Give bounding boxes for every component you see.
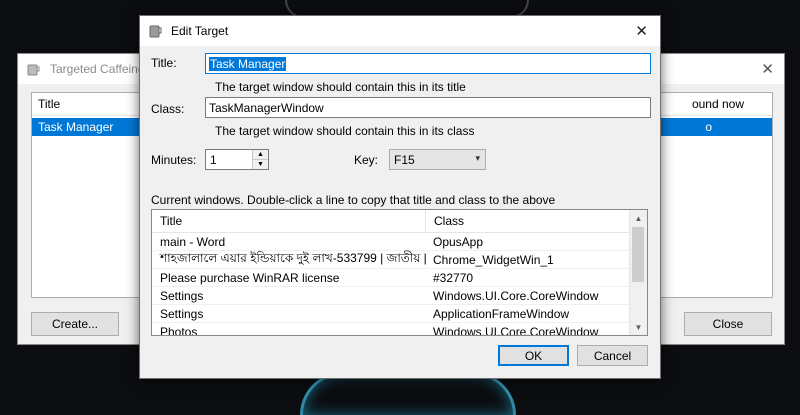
title-column-header[interactable]: Title <box>152 210 426 232</box>
stepper-buttons: ▲ ▼ <box>252 150 268 169</box>
key-value: F15 <box>394 152 415 167</box>
row-class: OpusApp <box>433 234 484 249</box>
row-class: Windows.UI.Core.CoreWindow <box>433 324 599 336</box>
title-label: Title: <box>151 56 177 70</box>
ok-button[interactable]: OK <box>498 345 569 366</box>
title-input-value: Task Manager <box>209 56 287 71</box>
table-row[interactable]: Please purchase WinRAR license #32770 <box>152 269 647 287</box>
row-class: #32770 <box>433 270 474 285</box>
table-row[interactable]: Settings Windows.UI.Core.CoreWindow <box>152 287 647 305</box>
minutes-label: Minutes: <box>151 153 197 167</box>
row-title: Photos <box>160 324 198 336</box>
title-input[interactable]: Task Manager <box>205 53 651 74</box>
minutes-value: 1 <box>210 152 217 167</box>
window-title: Targeted Caffeine <box>50 62 145 76</box>
row-title: main - Word <box>160 234 226 249</box>
create-button[interactable]: Create... <box>31 312 119 336</box>
title-hint: The target window should contain this in… <box>215 80 466 94</box>
table-row[interactable]: শাহজালালে এয়ার ইন্ডিয়াকে দুই লাখ-53379… <box>152 251 647 269</box>
found-now-column-header[interactable]: ound now <box>692 97 772 111</box>
close-button[interactable]: Close <box>684 312 772 336</box>
row-title: শাহজালালে এয়ার ইন্ডিয়াকে দুই লাখ-53379… <box>160 250 426 265</box>
class-input-value: TaskManagerWindow <box>209 100 324 115</box>
table-row[interactable]: main - Word OpusApp <box>152 233 647 251</box>
cancel-button[interactable]: Cancel <box>577 345 648 366</box>
scrollbar-thumb[interactable] <box>632 227 644 282</box>
key-label: Key: <box>354 153 379 167</box>
chevron-down-icon: ▾ <box>475 153 480 163</box>
dialog-title-bar: Edit Target ✕ <box>140 16 660 46</box>
coffee-cup-icon <box>149 25 162 38</box>
class-label: Class: <box>151 102 185 116</box>
close-icon[interactable]: ✕ <box>635 22 648 40</box>
row-title: Settings <box>160 306 204 321</box>
row-class: Chrome_WidgetWin_1 <box>433 252 554 267</box>
minutes-stepper[interactable]: 1 ▲ ▼ <box>205 149 269 170</box>
row-title: Please purchase WinRAR license <box>160 270 340 285</box>
list-header: Title Class <box>152 210 647 233</box>
class-hint: The target window should contain this in… <box>215 124 475 138</box>
current-windows-list[interactable]: Title Class main - Word OpusApp শাহজালাল… <box>151 209 648 336</box>
vertical-scrollbar[interactable]: ▲ ▼ <box>629 210 647 335</box>
table-row[interactable]: Photos Windows.UI.Core.CoreWindow <box>152 323 647 336</box>
stepper-up-icon[interactable]: ▲ <box>253 150 268 160</box>
edit-target-dialog: Edit Target ✕ Title: Task Manager The ta… <box>139 15 661 379</box>
table-row[interactable]: Settings ApplicationFrameWindow <box>152 305 647 323</box>
row-class: Windows.UI.Core.CoreWindow <box>433 288 599 303</box>
close-icon[interactable]: ✕ <box>761 60 774 78</box>
stepper-down-icon[interactable]: ▼ <box>253 160 268 169</box>
key-select[interactable]: F15 ▾ <box>389 149 486 170</box>
row-class: ApplicationFrameWindow <box>433 306 570 321</box>
list-item-found: o <box>705 120 712 134</box>
scroll-up-icon[interactable]: ▲ <box>630 210 647 226</box>
scroll-down-icon[interactable]: ▼ <box>630 319 647 335</box>
dialog-title: Edit Target <box>171 24 229 38</box>
coffee-cup-icon <box>27 64 40 76</box>
row-title: Settings <box>160 288 204 303</box>
windows-caption: Current windows. Double-click a line to … <box>151 193 556 207</box>
class-column-header[interactable]: Class <box>426 210 630 232</box>
class-input[interactable]: TaskManagerWindow <box>205 97 651 118</box>
